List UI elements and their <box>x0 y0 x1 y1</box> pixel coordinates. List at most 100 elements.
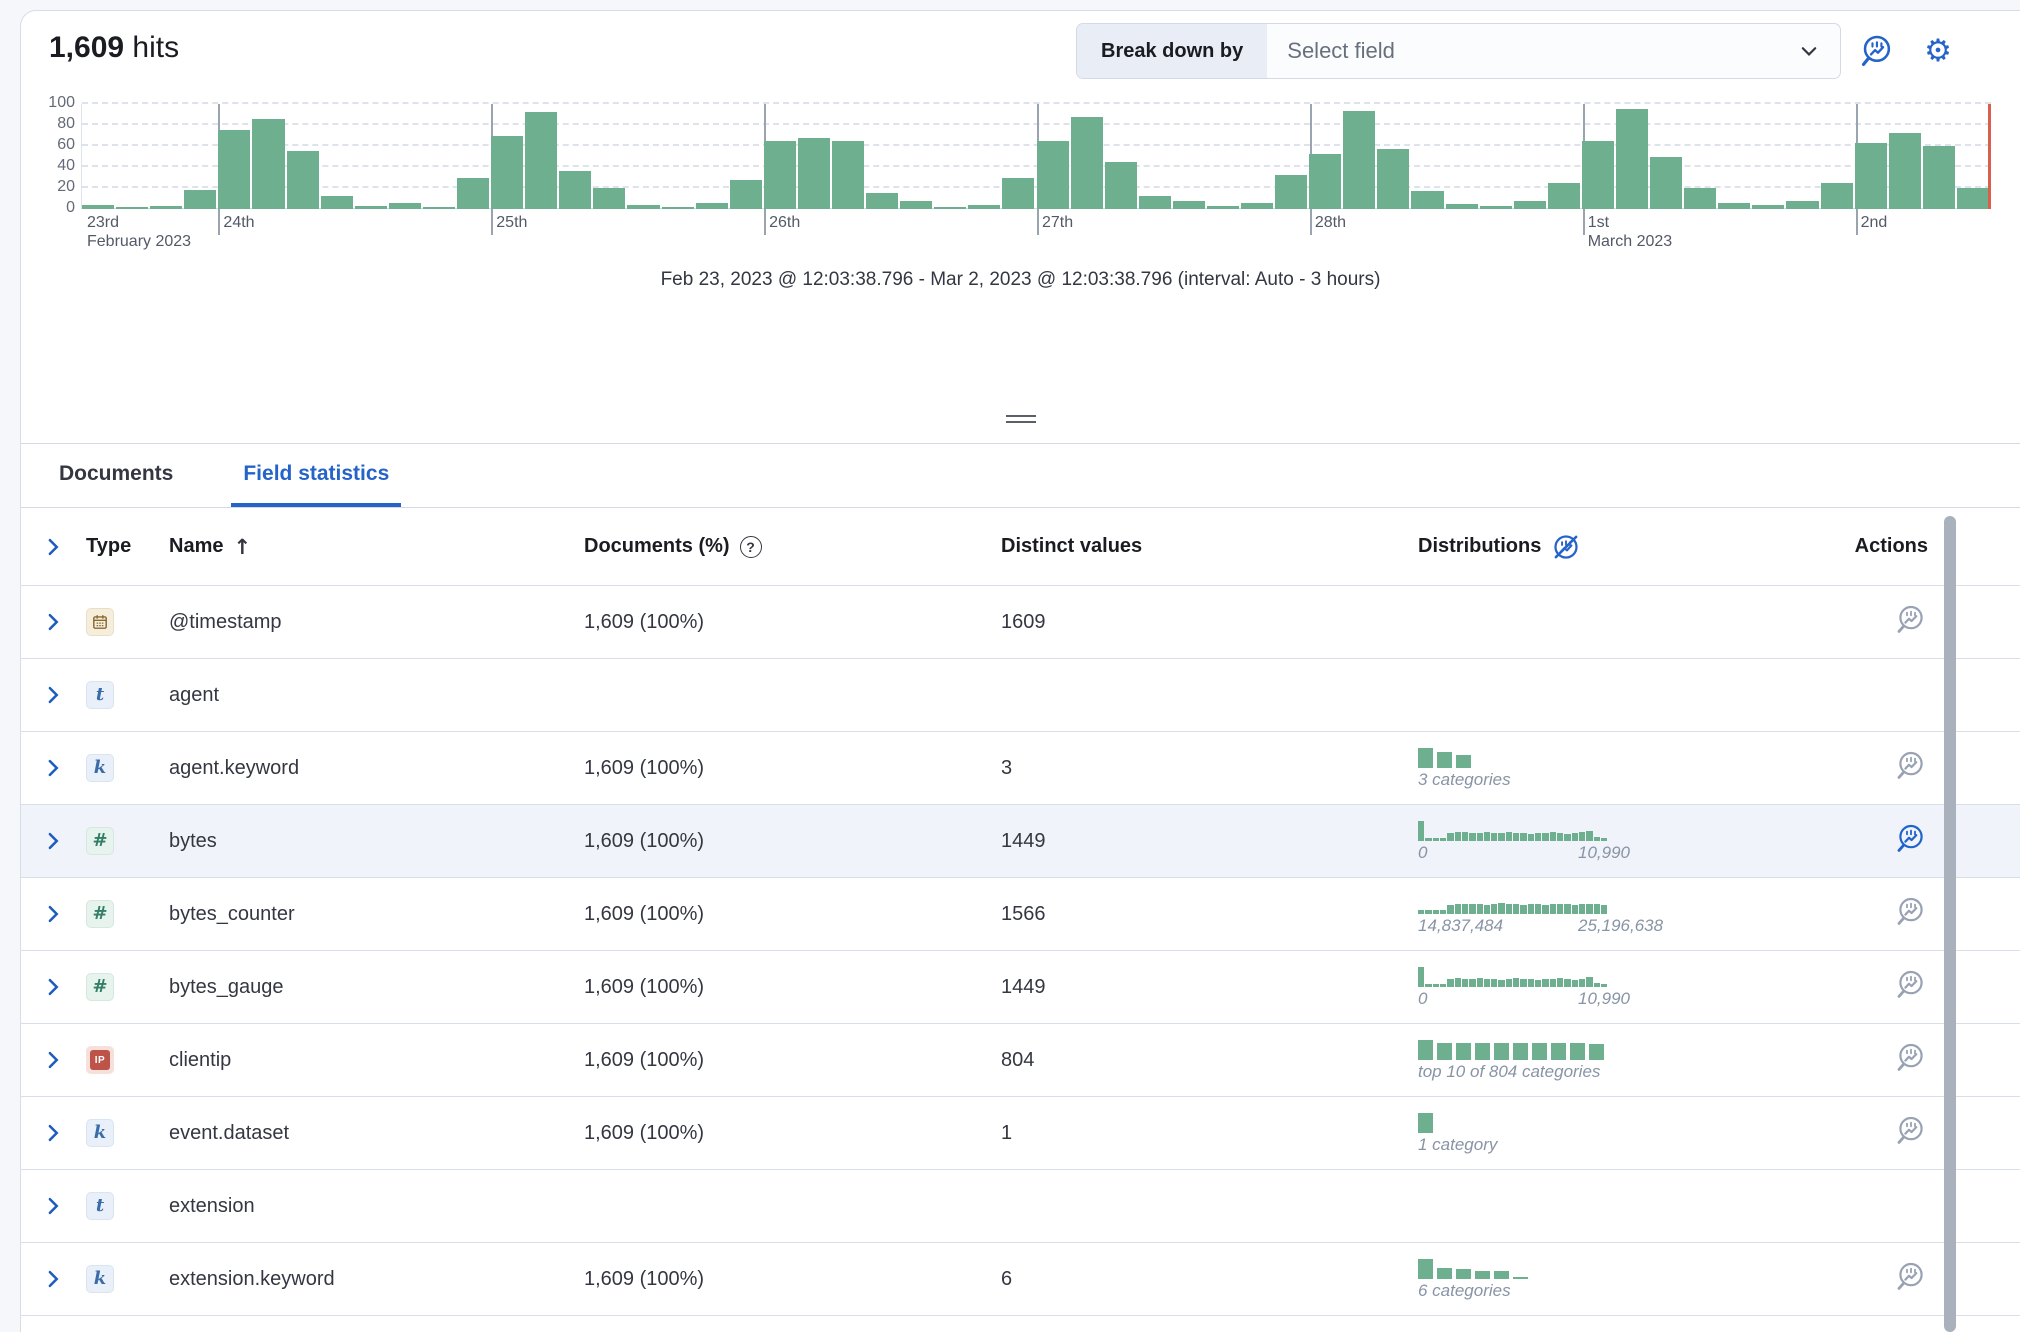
expand-row-button[interactable] <box>36 970 70 1004</box>
field-type-number-icon: # <box>86 827 114 855</box>
chevron-right-icon <box>43 685 63 705</box>
top-values-sparkline[interactable]: 3 categories <box>1418 747 1648 790</box>
distinct-values-count: 1566 <box>1001 903 1418 926</box>
field-name: bytes_gauge <box>169 976 584 999</box>
histogram-sparkline[interactable]: 010,990 <box>1418 966 1648 1009</box>
explore-field-button[interactable] <box>1894 603 1928 637</box>
field-name: agent <box>169 684 584 707</box>
explore-field-button[interactable] <box>1894 1041 1928 1075</box>
tab-field-statistics[interactable]: Field statistics <box>231 444 401 507</box>
expand-row-button[interactable] <box>36 751 70 785</box>
x-axis-day-label: 24th <box>223 214 254 232</box>
explore-field-button[interactable] <box>1894 749 1928 783</box>
sparkline-bars <box>1418 1039 1648 1060</box>
expand-row-button[interactable] <box>36 678 70 712</box>
field-name: bytes <box>169 830 584 853</box>
table-row: # bytes_gauge1,609 (100%)1449010,990 <box>21 951 2020 1024</box>
histogram-sparkline[interactable]: 010,990 <box>1418 820 1648 863</box>
explore-field-button[interactable] <box>1894 895 1928 929</box>
table-row: IPclientip1,609 (100%)804top 10 of 804 c… <box>21 1024 2020 1097</box>
y-axis-tick-label: 0 <box>31 199 75 217</box>
expand-row-button[interactable] <box>36 1189 70 1223</box>
x-axis-day-label: 23rd <box>87 214 119 232</box>
x-axis-month-label: March 2023 <box>1588 233 1673 251</box>
table-row: t agent <box>21 659 2020 732</box>
expand-row-button[interactable] <box>36 1262 70 1296</box>
chevron-right-icon <box>43 1196 63 1216</box>
y-axis-tick-label: 20 <box>31 178 75 196</box>
help-icon[interactable]: ? <box>740 536 762 558</box>
chevron-right-icon <box>43 537 63 557</box>
chevron-right-icon <box>43 758 63 778</box>
y-axis-tick-label: 80 <box>31 115 75 133</box>
explore-field-button[interactable] <box>1894 968 1928 1002</box>
field-name: extension.keyword <box>169 1268 584 1291</box>
sparkline-label: 3 categories <box>1418 770 1648 790</box>
documents-percent-value: 1,609 (100%) <box>584 1268 1001 1291</box>
column-header-documents[interactable]: Documents (%) ? <box>584 535 1001 558</box>
top-values-sparkline[interactable]: 6 categories <box>1418 1258 1648 1301</box>
column-header-actions: Actions <box>1855 535 1996 558</box>
field-type-keyword-icon: k <box>86 1265 114 1293</box>
sparkline-bars <box>1418 820 1608 841</box>
explore-in-lens-icon <box>1895 1041 1927 1073</box>
column-header-distinct-values[interactable]: Distinct values <box>1001 535 1418 558</box>
sort-ascending-icon: ↑ <box>233 535 251 559</box>
explore-in-lens-icon <box>1895 822 1927 854</box>
table-row: textension <box>21 1170 2020 1243</box>
sparkline-max-label: 25,196,638 <box>1578 916 1663 936</box>
explore-in-lens-icon <box>1895 1260 1927 1292</box>
field-type-keyword-icon: k <box>86 1119 114 1147</box>
sparkline-bars <box>1418 966 1608 987</box>
sparkline-max-label: 10,990 <box>1578 843 1630 863</box>
explore-field-button[interactable] <box>1894 1114 1928 1148</box>
histogram-section: 1,609 hits Break down by Select field ⚙ … <box>21 11 2020 444</box>
table-row: kevent.dataset1,609 (100%)11 category <box>21 1097 2020 1170</box>
discover-panel: 1,609 hits Break down by Select field ⚙ … <box>20 10 2020 1332</box>
table-row: k extension.keyword1,609 (100%)66 categor… <box>21 1243 2020 1316</box>
field-type-text-icon: t <box>86 681 114 709</box>
distinct-values-count: 1449 <box>1001 976 1418 999</box>
expand-row-button[interactable] <box>36 824 70 858</box>
explore-field-button[interactable] <box>1894 1260 1928 1294</box>
sparkline-bars <box>1418 893 1608 914</box>
expand-all-button[interactable] <box>36 530 70 564</box>
field-type-keyword-icon: k <box>86 754 114 782</box>
explore-field-button[interactable] <box>1894 822 1928 856</box>
histogram-sparkline[interactable]: 14,837,48425,196,638 <box>1418 893 1648 936</box>
sparkline-bars <box>1418 1258 1648 1279</box>
expand-row-button[interactable] <box>36 605 70 639</box>
column-header-name[interactable]: Name ↑ <box>169 535 584 559</box>
sparkline-max-label: 10,990 <box>1578 989 1630 1009</box>
field-type-ip-icon: IP <box>86 1046 114 1074</box>
hide-distributions-toggle[interactable] <box>1551 532 1581 562</box>
documents-percent-value: 1,609 (100%) <box>584 903 1001 926</box>
y-axis-tick-label: 100 <box>31 94 75 112</box>
documents-percent-value: 1,609 (100%) <box>584 757 1001 780</box>
top-values-sparkline[interactable]: top 10 of 804 categories <box>1418 1039 1648 1082</box>
y-axis-tick-label: 60 <box>31 136 75 154</box>
field-name: bytes_counter <box>169 903 584 926</box>
distinct-values-count: 1 <box>1001 1122 1418 1145</box>
field-type-number-icon: # <box>86 973 114 1001</box>
top-values-sparkline[interactable]: 1 category <box>1418 1112 1648 1155</box>
table-row: kagent.keyword1,609 (100%)33 categories <box>21 732 2020 805</box>
chevron-right-icon <box>43 612 63 632</box>
tab-documents[interactable]: Documents <box>47 444 185 507</box>
documents-percent-value: 1,609 (100%) <box>584 1049 1001 1072</box>
expand-row-button[interactable] <box>36 1043 70 1077</box>
field-name: clientip <box>169 1049 584 1072</box>
distinct-values-count: 6 <box>1001 1268 1418 1291</box>
expand-row-button[interactable] <box>36 897 70 931</box>
explore-in-lens-icon <box>1895 895 1927 927</box>
field-type-number-icon: # <box>86 900 114 928</box>
documents-percent-value: 1,609 (100%) <box>584 976 1001 999</box>
field-statistics-table: Type Name ↑ Documents (%) ? Distinct val… <box>21 508 2020 1316</box>
expand-row-button[interactable] <box>36 1116 70 1150</box>
sparkline-label: 6 categories <box>1418 1281 1648 1301</box>
explore-in-lens-icon <box>1895 1114 1927 1146</box>
column-header-type[interactable]: Type <box>86 535 169 558</box>
chevron-right-icon <box>43 1123 63 1143</box>
vertical-scrollbar[interactable] <box>1944 516 1956 1332</box>
documents-percent-value: 1,609 (100%) <box>584 830 1001 853</box>
